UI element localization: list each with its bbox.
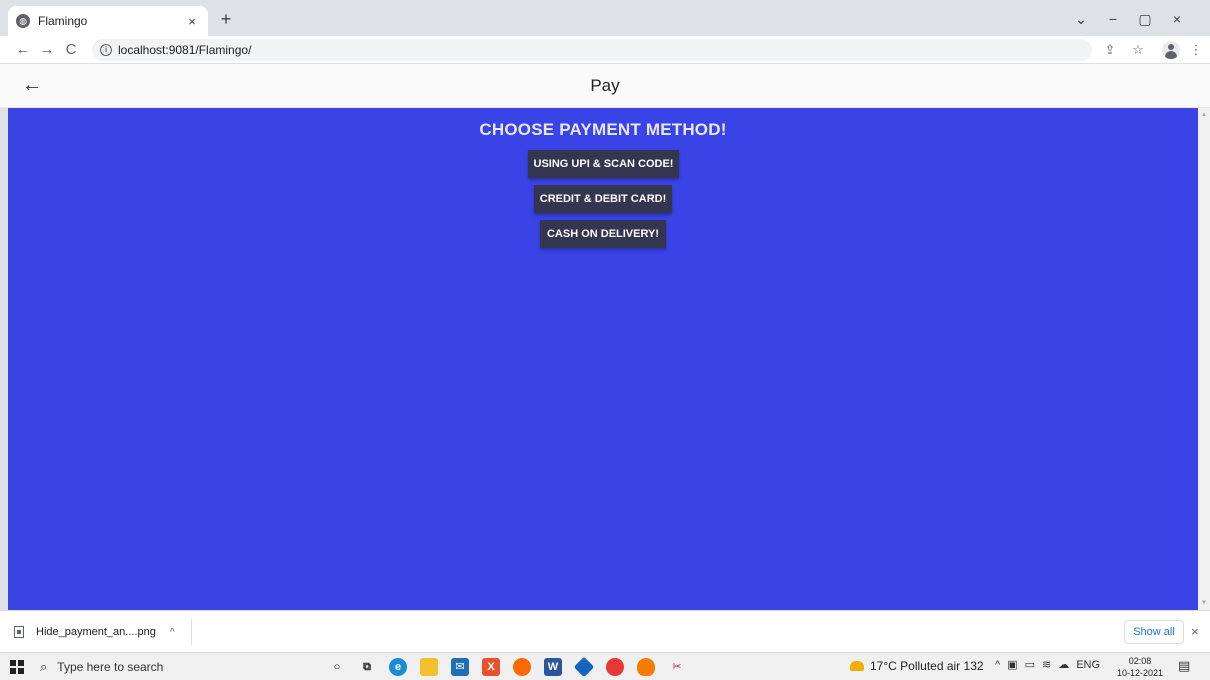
app-header: ← Pay: [0, 64, 1210, 108]
chevron-up-icon[interactable]: ^: [995, 659, 1000, 671]
snipping-tool-icon[interactable]: ✂: [668, 658, 686, 676]
weather-text: 17°C Polluted air 132: [870, 659, 984, 673]
xampp-icon[interactable]: X: [482, 658, 500, 676]
image-file-icon: [14, 626, 24, 638]
edge-icon[interactable]: e: [389, 658, 407, 676]
firefox-icon[interactable]: [513, 658, 531, 676]
clock[interactable]: 02:08 10-12-2021: [1116, 655, 1164, 679]
wifi-icon[interactable]: ≋: [1042, 658, 1051, 671]
battery-icon[interactable]: ▭: [1025, 658, 1035, 671]
windows-taskbar: ⌕ Type here to search ○ ⧉ e ✉ X W ✂ 17°C…: [0, 652, 1210, 680]
cash-on-delivery-button[interactable]: CASH ON DELIVERY!: [540, 220, 666, 248]
file-explorer-icon[interactable]: [420, 658, 438, 676]
download-item[interactable]: Hide_payment_an....png ^: [10, 619, 192, 645]
language-indicator[interactable]: ENG: [1076, 659, 1100, 671]
vscode-icon[interactable]: [573, 656, 595, 678]
tab-title: Flamingo: [38, 14, 88, 28]
url-text: localhost:9081/Flamingo/: [118, 43, 252, 57]
minimize-button[interactable]: −: [1098, 8, 1128, 30]
notification-icon[interactable]: ▤: [1178, 658, 1194, 674]
system-tray: ^ ▣ ▭ ≋ ☁ ENG: [995, 658, 1100, 672]
payment-content: CHOOSE PAYMENT METHOD! USING UPI & SCAN …: [8, 108, 1198, 610]
tab-strip: ◍ Flamingo × + ⌄ − ▢ ×: [0, 0, 1210, 36]
scrollbar[interactable]: ▲ ▼: [1198, 108, 1210, 610]
scroll-up-icon[interactable]: ▲: [1201, 112, 1207, 118]
maximize-button[interactable]: ▢: [1130, 8, 1160, 30]
search-placeholder: Type here to search: [57, 660, 164, 674]
clock-time: 02:08: [1128, 656, 1152, 666]
search-icon: ⌕: [40, 659, 48, 674]
card-payment-button[interactable]: CREDIT & DEBIT CARD!: [534, 185, 672, 213]
globe-icon: ◍: [16, 14, 30, 28]
share-icon[interactable]: ⇪: [1100, 40, 1120, 60]
meet-now-icon[interactable]: ▣: [1007, 658, 1017, 671]
menu-dots-icon[interactable]: ⋮: [1186, 40, 1206, 60]
word-icon[interactable]: W: [544, 658, 562, 676]
address-bar[interactable]: i localhost:9081/Flamingo/: [92, 39, 1092, 61]
onedrive-icon[interactable]: ☁: [1058, 658, 1069, 671]
taskbar-search[interactable]: ⌕ Type here to search: [36, 654, 296, 680]
reload-icon[interactable]: C: [60, 39, 82, 61]
window-close-button[interactable]: ×: [1162, 8, 1192, 30]
forward-arrow-icon[interactable]: →: [36, 39, 58, 61]
browser-tab[interactable]: ◍ Flamingo ×: [8, 6, 208, 36]
weather-icon: [850, 661, 864, 671]
browser-toolbar: ← → C i localhost:9081/Flamingo/ ⇪ ☆ ⋮: [0, 36, 1210, 64]
chevron-up-icon[interactable]: ^: [170, 627, 175, 638]
chrome-icon[interactable]: [606, 658, 624, 676]
task-view-icon[interactable]: ⧉: [358, 658, 376, 676]
star-icon[interactable]: ☆: [1128, 40, 1148, 60]
app-flame-icon[interactable]: [637, 658, 655, 676]
info-icon[interactable]: i: [100, 44, 112, 56]
profile-avatar-icon[interactable]: [1162, 41, 1180, 59]
clock-date: 10-12-2021: [1116, 668, 1164, 678]
weather-widget[interactable]: 17°C Polluted air 132: [850, 659, 984, 673]
download-shelf: Hide_payment_an....png ^ Show all ×: [0, 610, 1210, 652]
page-title: Pay: [590, 76, 620, 95]
new-tab-button[interactable]: +: [215, 9, 237, 31]
download-file-name: Hide_payment_an....png: [36, 626, 156, 638]
payment-heading: CHOOSE PAYMENT METHOD!: [479, 120, 727, 139]
tab-close-button[interactable]: ×: [184, 14, 200, 29]
scroll-down-icon[interactable]: ▼: [1201, 600, 1207, 606]
back-arrow-icon[interactable]: ←: [12, 39, 34, 61]
close-shelf-icon[interactable]: ×: [1191, 624, 1199, 639]
show-all-button[interactable]: Show all: [1124, 620, 1184, 644]
windows-start-icon[interactable]: [10, 660, 24, 674]
cortana-icon[interactable]: ○: [328, 658, 346, 676]
mail-icon[interactable]: ✉: [451, 658, 469, 676]
upi-scan-button[interactable]: USING UPI & SCAN CODE!: [528, 150, 679, 178]
tab-search-button[interactable]: ⌄: [1066, 8, 1096, 30]
